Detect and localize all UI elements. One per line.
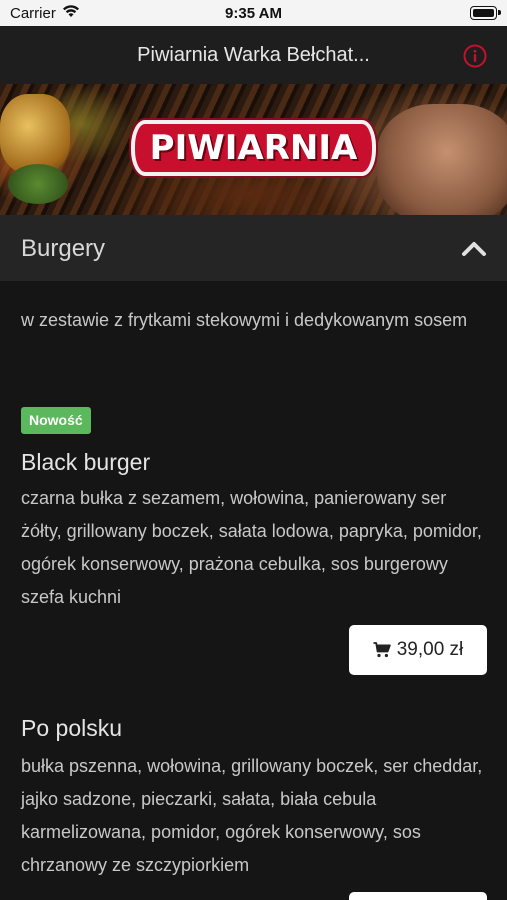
battery-icon	[470, 6, 501, 20]
status-bar: Carrier 9:35 AM	[0, 0, 507, 26]
category-description: w zestawie z frytkami stekowymi i dedyko…	[21, 310, 468, 330]
navigation-bar: Piwiarnia Warka Bełchat...	[0, 26, 507, 84]
new-badge: Nowość	[21, 407, 91, 434]
food-image	[0, 94, 70, 174]
logo-text: PIWIARNIA	[149, 128, 358, 168]
item-name: Po polsku	[21, 715, 123, 741]
item-name: Black burger	[21, 449, 151, 475]
price-label: 39,00 zł	[396, 639, 464, 660]
add-to-cart-button[interactable]	[349, 892, 487, 900]
food-image	[8, 164, 68, 204]
item-description: bułka pszenna, wołowina, grillowany bocz…	[21, 756, 483, 875]
cart-icon	[373, 642, 391, 658]
food-image	[377, 104, 507, 215]
hero-banner: PIWIARNIA	[0, 84, 507, 215]
status-time: 9:35 AM	[225, 5, 282, 22]
chevron-up-icon[interactable]	[461, 239, 487, 257]
add-to-cart-button[interactable]: 39,00 zł	[349, 625, 487, 675]
category-title: Burgery	[21, 235, 106, 262]
item-description: czarna bułka z sezamem, wołowina, panier…	[21, 488, 482, 607]
category-header-burgery[interactable]: Burgery	[0, 215, 507, 281]
info-circle-icon[interactable]	[463, 44, 487, 68]
brand-logo: PIWIARNIA	[131, 120, 376, 176]
page-title: Piwiarnia Warka Bełchat...	[137, 44, 370, 66]
